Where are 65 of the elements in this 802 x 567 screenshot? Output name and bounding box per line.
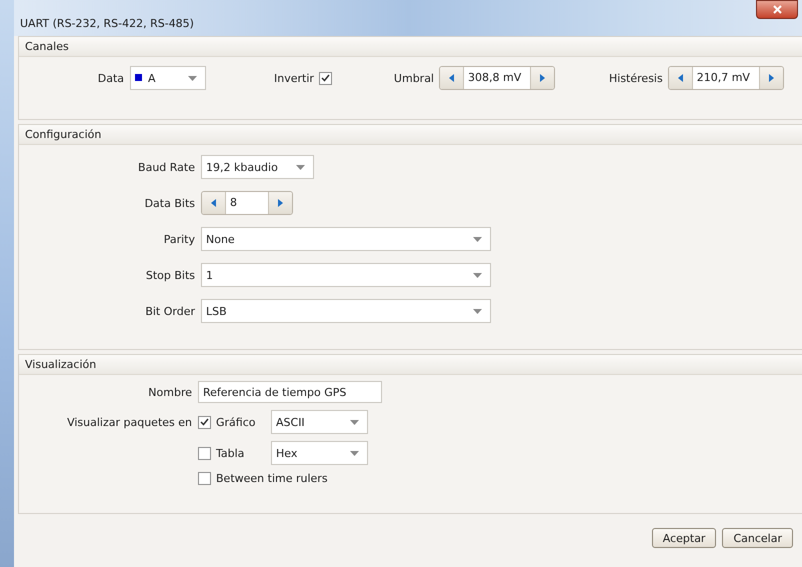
format-dropdown[interactable]: ASCII xyxy=(271,410,368,434)
field-label: Stop Bits xyxy=(144,268,196,282)
spinner-field[interactable]: 210,7 mV xyxy=(668,66,784,90)
channel-dropdown[interactable]: A xyxy=(130,66,206,90)
caret-icon xyxy=(296,164,305,170)
dialog-button[interactable]: Cancelar xyxy=(722,528,793,548)
left-arrow-icon xyxy=(449,74,454,82)
field-label: Visualizar paquetes en xyxy=(67,416,192,428)
increment-button[interactable] xyxy=(760,67,783,89)
dropdown-value: 19,2 kbaudio xyxy=(206,160,278,174)
dropdown-value: A xyxy=(148,72,156,84)
field-label: Histéresis xyxy=(609,72,663,84)
caret-icon xyxy=(350,450,359,456)
field-label: Bit Order xyxy=(144,304,196,318)
decrement-button[interactable] xyxy=(202,192,225,214)
checkmark-icon xyxy=(200,418,209,426)
format-dropdown[interactable]: Hex xyxy=(271,441,368,465)
right-arrow-icon xyxy=(540,74,545,82)
caret-icon xyxy=(473,272,482,278)
caret-icon xyxy=(473,308,482,314)
left-arrow-icon xyxy=(678,74,683,82)
checkbox[interactable] xyxy=(198,472,211,485)
checkbox[interactable] xyxy=(198,416,211,428)
increment-button[interactable] xyxy=(531,67,554,89)
checkbox[interactable] xyxy=(318,72,332,84)
close-icon xyxy=(772,5,782,14)
checkmark-icon xyxy=(320,74,330,82)
window-title: UART (RS-232, RS-422, RS-485) xyxy=(20,17,194,30)
dropdown-field[interactable]: 19,2 kbaudio xyxy=(201,155,314,179)
checkbox-label: Gráfico xyxy=(216,416,256,428)
field-label: Data xyxy=(98,72,124,84)
increment-button[interactable] xyxy=(269,192,292,214)
dropdown-value: 1 xyxy=(206,268,213,282)
right-arrow-icon xyxy=(768,74,774,82)
field-label: Parity xyxy=(162,232,196,246)
right-arrow-icon xyxy=(278,199,283,207)
checkbox[interactable] xyxy=(198,446,211,460)
decrement-button[interactable] xyxy=(668,67,692,89)
dropdown-field[interactable]: None xyxy=(201,227,491,251)
dropdown-field[interactable]: 1 xyxy=(201,263,491,287)
close-button[interactable] xyxy=(756,0,798,19)
checkbox-label: Between time rulers xyxy=(216,472,328,485)
dropdown-value: None xyxy=(206,232,235,246)
spinner-field[interactable]: 8 xyxy=(201,191,293,215)
decrement-button[interactable] xyxy=(440,67,463,89)
dropdown-field[interactable]: LSB xyxy=(201,299,491,323)
dropdown-value: Hex xyxy=(276,446,298,460)
spinner-field[interactable]: 308,8 mV xyxy=(439,66,555,90)
left-arrow-icon xyxy=(211,199,216,207)
field-label: Data Bits xyxy=(144,196,196,210)
checkbox-label: Tabla xyxy=(216,446,244,460)
dropdown-value: ASCII xyxy=(276,416,305,428)
section-header: Canales xyxy=(19,37,802,57)
field-label: Nombre xyxy=(147,386,193,398)
dropdown-value: LSB xyxy=(206,304,227,318)
section-header: Visualización xyxy=(19,355,802,375)
dialog-button[interactable]: Aceptar xyxy=(652,528,716,548)
section-header: Configuración xyxy=(19,125,802,145)
field-label: Umbral xyxy=(394,72,434,84)
caret-icon xyxy=(473,236,482,242)
caret-icon xyxy=(350,420,359,424)
field-label: Invertir xyxy=(274,72,314,84)
name-input-field[interactable]: Referencia de tiempo GPS xyxy=(198,381,382,403)
field-label: Baud Rate xyxy=(137,160,196,174)
caret-icon xyxy=(188,76,197,80)
